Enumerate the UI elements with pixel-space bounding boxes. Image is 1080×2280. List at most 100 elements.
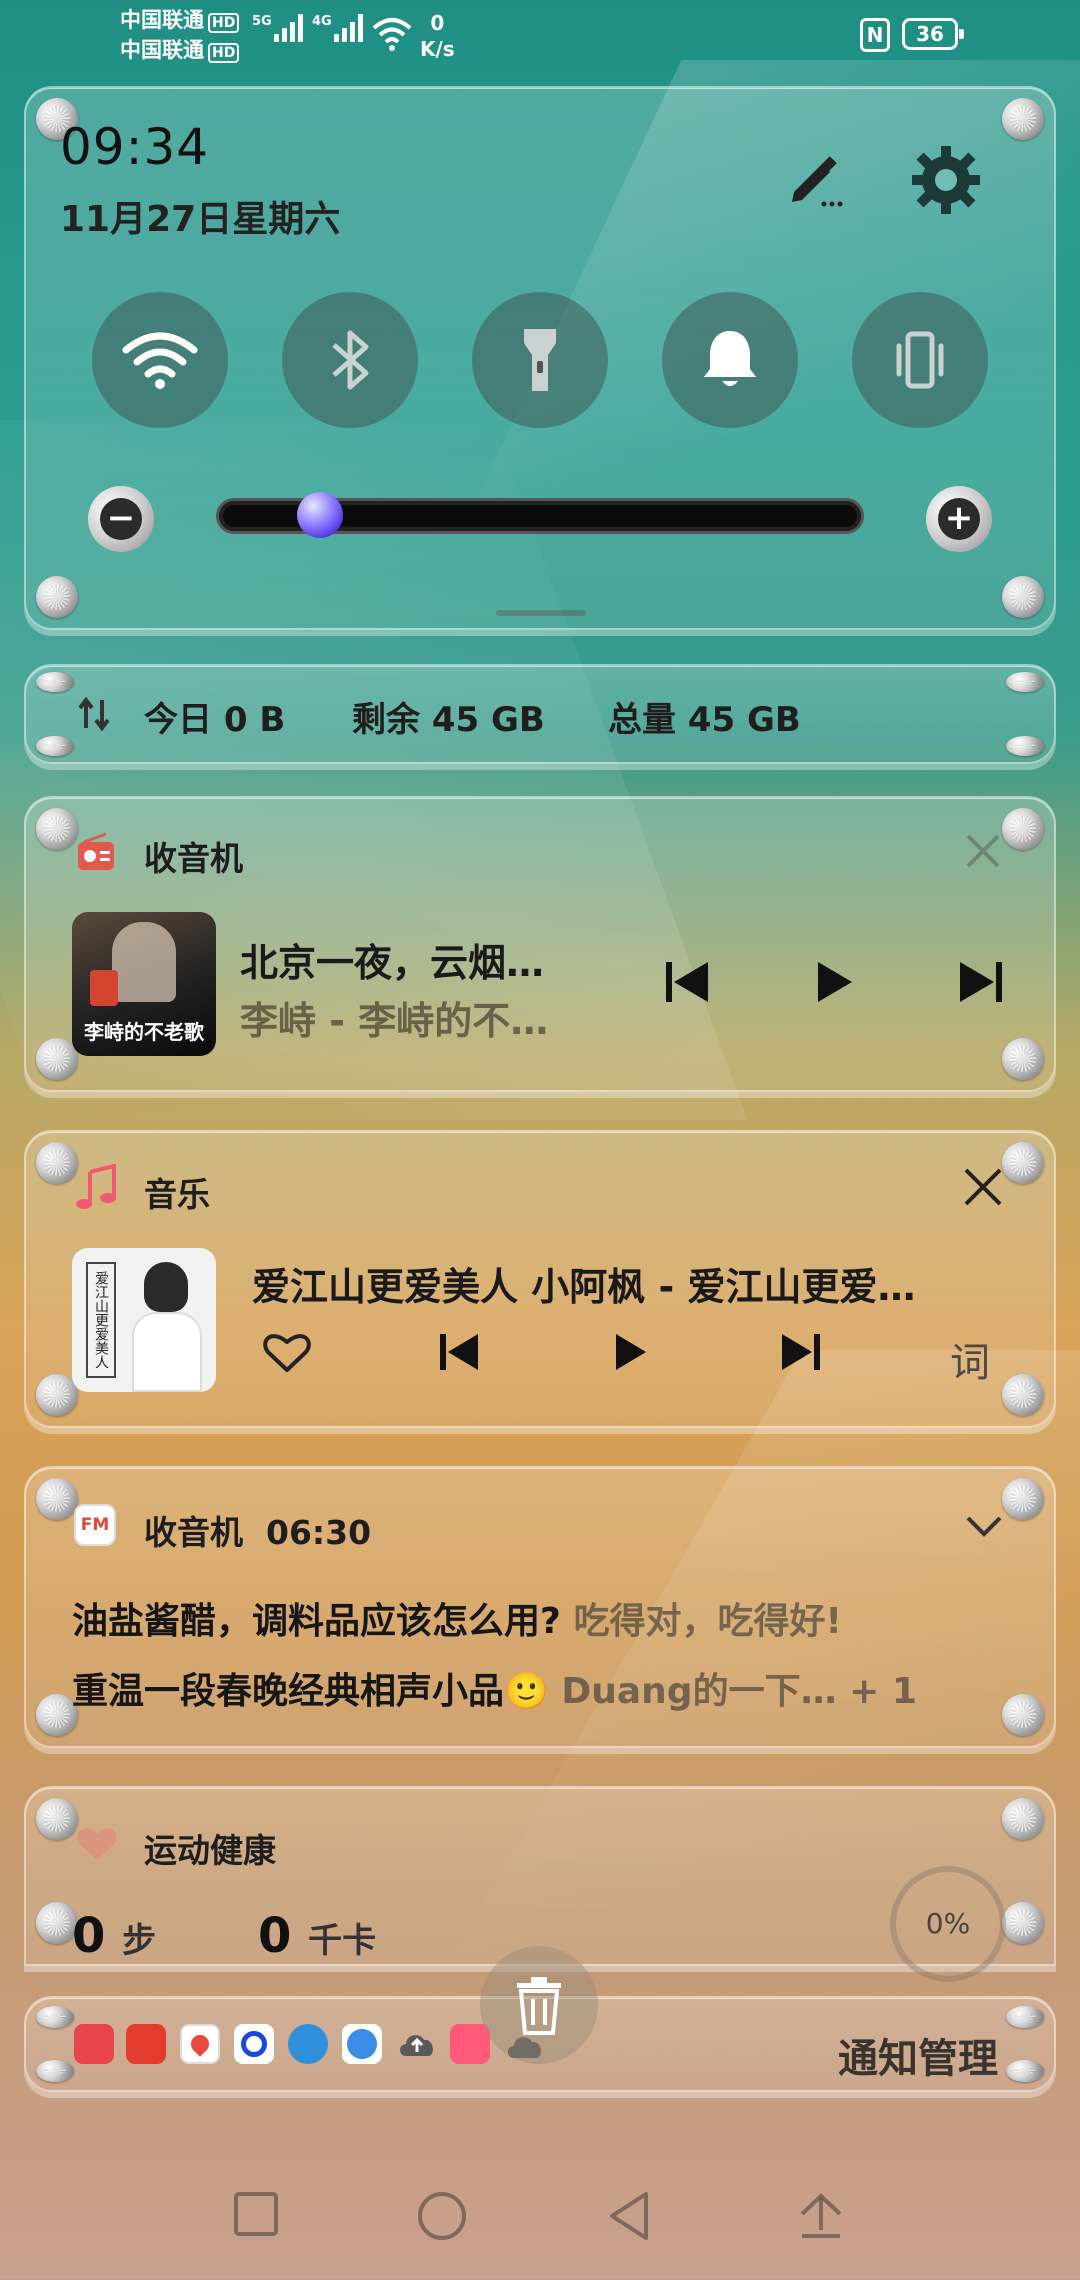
notification-time: 06:30: [265, 1513, 372, 1552]
next-track-icon[interactable]: [956, 960, 1004, 1004]
notification-management-link[interactable]: 通知管理: [838, 2026, 998, 2084]
vibrate-toggle[interactable]: [852, 292, 988, 428]
chevron-down-icon[interactable]: [964, 1514, 1004, 1538]
sound-toggle[interactable]: [662, 292, 798, 428]
map-app-icon[interactable]: [180, 2024, 220, 2064]
album-title-text: 爱江山更爱美人: [86, 1262, 116, 1378]
panel-drag-handle[interactable]: [496, 610, 586, 616]
message-line-1: 油盐酱醋，调料品应该怎么用? 吃得对，吃得好!: [72, 1601, 842, 1642]
screw-icon: [36, 1478, 78, 1520]
edit-icon[interactable]: [786, 150, 846, 210]
bluetooth-toggle[interactable]: [282, 292, 418, 428]
lyrics-button[interactable]: 词: [950, 1330, 990, 1388]
music-note-icon: [76, 1164, 116, 1209]
vibrate-icon: [896, 331, 944, 389]
album-portrait: [144, 1262, 188, 1312]
radio-app-icon: [78, 832, 114, 870]
settings-gear-icon[interactable]: [908, 142, 984, 218]
play-icon[interactable]: [612, 1332, 648, 1372]
recent-apps-icon[interactable]: [232, 2190, 280, 2238]
data-transfer-icon: [78, 696, 110, 732]
signal-2-icon: 4G: [312, 14, 363, 42]
health-progress-ring: 0%: [890, 1866, 1006, 1982]
play-icon[interactable]: [814, 960, 854, 1004]
more-count-badge: + 1: [849, 1671, 917, 1712]
trash-icon: [517, 1977, 561, 2035]
radio2-app-name: 收音机 06:30: [144, 1513, 372, 1552]
screw-icon: [1002, 808, 1044, 850]
favorite-heart-icon[interactable]: [262, 1330, 312, 1374]
screw-icon: [1002, 1902, 1044, 1944]
brightness-up-button[interactable]: +: [926, 486, 992, 552]
close-icon[interactable]: [962, 830, 1004, 872]
screw-icon: [1002, 1374, 1044, 1416]
album-shirt: [132, 1312, 202, 1392]
previous-track-icon[interactable]: [664, 960, 712, 1004]
music-album-art: 爱江山更爱美人: [72, 1248, 216, 1392]
browser-app-icon[interactable]: [234, 2024, 274, 2064]
brightness-slider-knob[interactable]: [297, 492, 344, 538]
clear-all-button[interactable]: [480, 1946, 598, 2064]
wifi-status-icon: [372, 18, 412, 51]
cloud-upload-icon[interactable]: [396, 2026, 438, 2062]
radio-song-artist: 李峙 - 李峙的不…: [240, 999, 549, 1043]
bell-icon: [704, 331, 756, 386]
collapse-up-icon[interactable]: [798, 2190, 844, 2240]
flashlight-icon: [524, 329, 556, 391]
next-track-icon[interactable]: [780, 1332, 822, 1372]
battery-icon: 36: [902, 18, 964, 50]
brightness-down-button[interactable]: −: [88, 486, 154, 552]
screw-icon: [1002, 1038, 1044, 1080]
album-portrait: [112, 922, 176, 1002]
close-icon[interactable]: [962, 1166, 1004, 1208]
screw-icon: [36, 736, 74, 756]
network-speed: 0 K/s: [420, 11, 455, 61]
radio-app-name: 收音机: [144, 839, 243, 878]
home-icon[interactable]: [416, 2190, 468, 2242]
clock-date: 11月27日星期六: [60, 199, 341, 240]
health-app-name: 运动健康: [144, 1831, 276, 1870]
storage-today: 今日 0 B: [144, 700, 286, 740]
book-app-icon[interactable]: [74, 2024, 114, 2064]
fm-app-icon: FM: [74, 1504, 116, 1546]
clock-time: 09:34: [60, 118, 210, 176]
wifi-icon: [122, 332, 198, 389]
music-song-title: 爱江山更爱美人 小阿枫 - 爱江山更爱…: [252, 1265, 916, 1309]
screw-icon: [36, 1798, 78, 1840]
previous-track-icon[interactable]: [438, 1332, 480, 1372]
bluetooth-icon: [332, 330, 369, 390]
chat-app-icon[interactable]: [288, 2024, 328, 2064]
screw-icon: [36, 672, 74, 692]
status-bar: 中国联通 HD 中国联通 HD 5G 4G 0 K/s N 36: [0, 0, 1080, 72]
flashlight-toggle[interactable]: [472, 292, 608, 428]
screw-icon: [1006, 2060, 1044, 2082]
screw-icon: [1002, 1798, 1044, 1840]
message-line-2: 重温一段春晚经典相声小品🙂 Duang的一下… + 1: [72, 1671, 917, 1712]
screw-icon: [1006, 2006, 1044, 2028]
carrier-1: 中国联通 HD: [120, 8, 240, 33]
screw-icon: [36, 576, 78, 618]
steps-count: 0 步: [72, 1908, 157, 1964]
kcal-count: 0 千卡: [258, 1908, 377, 1964]
back-icon[interactable]: [606, 2190, 654, 2242]
health-heart-icon: [77, 1828, 117, 1860]
album-title-text: 李峙的不老歌: [84, 1020, 204, 1044]
nfc-icon: N: [860, 18, 890, 52]
wifi-toggle[interactable]: [92, 292, 228, 428]
signal-1-icon: 5G: [252, 14, 303, 42]
screw-icon: [36, 1142, 78, 1184]
screw-icon: [36, 808, 78, 850]
album-drink: [90, 970, 118, 1006]
screw-icon: [1006, 736, 1044, 756]
globe-app-icon[interactable]: [342, 2024, 382, 2064]
radio-song-title: 北京一夜，云烟…: [240, 941, 545, 985]
shopping-bag-app-icon[interactable]: [450, 2024, 490, 2064]
screw-icon: [1006, 672, 1044, 692]
screw-icon: [1002, 1478, 1044, 1520]
screw-icon: [1002, 1694, 1044, 1736]
storage-total: 总量 45 GB: [608, 700, 801, 740]
music-app-name: 音乐: [144, 1175, 210, 1214]
shopping-dog-app-icon[interactable]: [126, 2024, 166, 2064]
screw-icon: [36, 2006, 74, 2028]
screw-icon: [1002, 576, 1044, 618]
